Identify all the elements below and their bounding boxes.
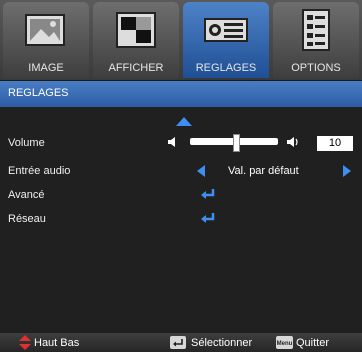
image-picture-icon [25,14,65,46]
tab-bar: IMAGE AFFICHER REGLAGES OPTIONS [0,0,362,80]
quit-hint: Quitter [296,337,330,349]
up-down-arrows-icon [19,335,31,350]
scroll-up-arrow-icon[interactable] [176,117,192,126]
footer-hint-bar: Haut Bas Sélectionner Menu Quitter [0,333,362,352]
tab-label: REGLAGES [195,62,257,74]
osd-menu: IMAGE AFFICHER REGLAGES OPTIONS REGLAGES… [0,0,362,352]
enter-arrow-icon[interactable] [200,188,216,200]
tab-image[interactable]: IMAGE [3,2,89,78]
next-option-arrow-icon[interactable] [343,165,351,177]
advanced-label[interactable]: Avancé [8,189,45,201]
tab-label: OPTIONS [291,62,341,74]
audio-input-value: Val. par défaut [228,165,299,177]
nav-hint: Haut Bas [34,337,80,349]
tab-options[interactable]: OPTIONS [273,2,359,78]
tab-reglages[interactable]: REGLAGES [183,2,269,78]
section-title-bar: REGLAGES [0,81,362,107]
menu-key-icon: Menu [276,336,293,349]
network-label[interactable]: Réseau [8,213,46,225]
previous-option-arrow-icon[interactable] [197,165,205,177]
audio-input-label: Entrée audio [8,165,71,177]
volume-label: Volume [8,137,45,149]
settings-panel [0,107,362,333]
options-list-icon [302,9,330,51]
tab-afficher[interactable]: AFFICHER [93,2,179,78]
enter-arrow-icon[interactable] [200,212,216,224]
enter-key-icon [170,336,186,349]
volume-value: 10 [317,136,353,151]
tab-label: AFFICHER [108,62,164,74]
select-hint: Sélectionner [191,337,253,349]
speaker-loud-icon [287,137,298,147]
speaker-mute-icon [168,137,175,147]
section-title: REGLAGES [8,87,69,99]
projector-settings-icon [204,18,248,42]
tab-label: IMAGE [28,62,64,74]
volume-slider-handle[interactable] [233,134,240,152]
display-pattern-icon [116,12,156,48]
menu-key-label: Menu [277,341,293,347]
